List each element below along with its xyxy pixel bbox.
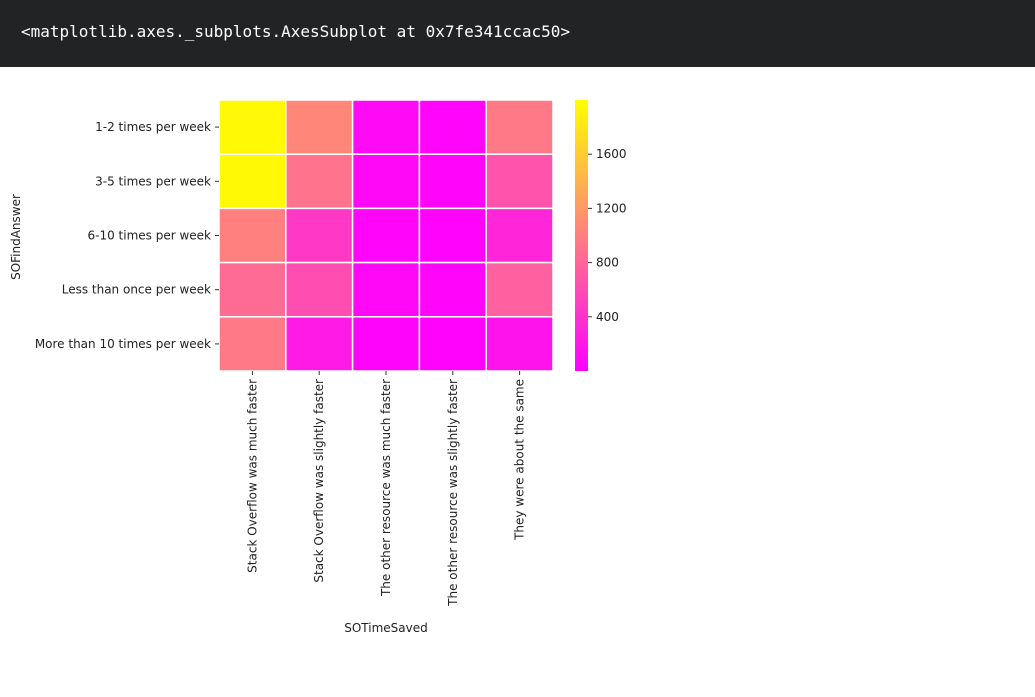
colorbar-tick-label: 400 <box>596 310 619 324</box>
heatmap-cell <box>285 153 354 210</box>
y-tick-label: 6-10 times per week <box>87 229 211 243</box>
heatmap-cell <box>485 99 554 155</box>
heatmap-cell <box>351 153 421 210</box>
y-tick-label: 1-2 times per week <box>95 120 211 134</box>
x-tick-label: The other resource was slightly faster <box>446 379 460 607</box>
x-tick-label: Stack Overflow was slightly faster <box>312 379 326 583</box>
heatmap-cell <box>218 207 287 264</box>
heatmap-cell <box>485 261 554 318</box>
y-axis-label: SOFindAnswer <box>9 194 23 280</box>
heatmap-cell <box>485 207 554 264</box>
heatmap-cell <box>418 153 487 210</box>
heatmap-cell <box>285 99 354 155</box>
heatmap-cell <box>351 316 421 372</box>
x-tick-label: They were about the same <box>513 379 527 541</box>
y-tick-label: Less than once per week <box>62 283 211 297</box>
colorbar <box>575 100 588 371</box>
y-tick-label: 3-5 times per week <box>95 174 211 188</box>
colorbar-tick-label: 1600 <box>596 147 627 161</box>
heatmap-cell <box>351 261 421 318</box>
y-tick-label: More than 10 times per week <box>35 337 211 351</box>
x-axis-label: SOTimeSaved <box>344 621 428 635</box>
heatmap-cell <box>285 316 354 372</box>
colorbar-tick-label: 800 <box>596 256 619 270</box>
heatmap-chart: 1-2 times per week 3-5 times per week 6-10… <box>9 99 627 635</box>
heatmap-cell <box>218 261 287 318</box>
output-header: <matplotlib.axes._subplots.AxesSubplot a… <box>0 0 1035 67</box>
x-tick-label: The other resource was much faster <box>379 379 393 597</box>
heatmap-cell <box>218 153 287 210</box>
heatmap-cell <box>485 316 554 372</box>
heatmap-cell <box>418 207 487 264</box>
heatmap-cell <box>418 316 487 372</box>
x-tick-label: Stack Overflow was much faster <box>245 379 259 573</box>
heatmap-figure: 1-2 times per week 3-5 times per week 6-10… <box>0 67 1035 693</box>
heatmap-cell <box>485 153 554 210</box>
colorbar-tick-label: 1200 <box>596 201 627 215</box>
heatmap-cell <box>285 261 354 318</box>
heatmap-cell <box>285 207 354 264</box>
output-repr-text: <matplotlib.axes._subplots.AxesSubplot a… <box>21 22 571 41</box>
heatmap-cell <box>418 99 487 155</box>
heatmap-cell <box>218 316 287 372</box>
heatmap-cell <box>218 99 287 155</box>
heatmap-cell <box>418 261 487 318</box>
heatmap-cell <box>351 99 421 155</box>
heatmap-cell <box>351 207 421 264</box>
